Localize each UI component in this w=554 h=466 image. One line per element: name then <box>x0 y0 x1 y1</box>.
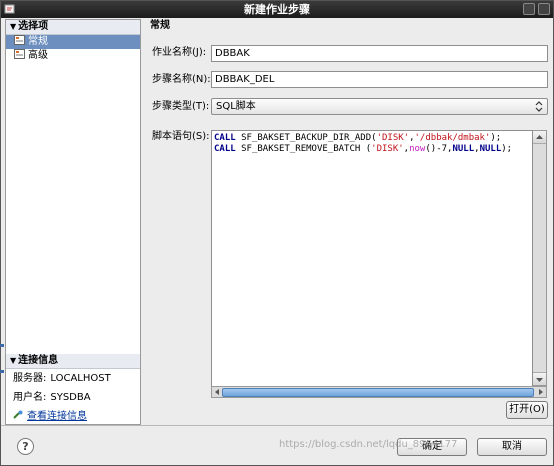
user-label: 用户名: <box>13 392 47 403</box>
script-token: '/dbbak/dmbak' <box>414 133 491 143</box>
general-section-header: 常规 <box>144 19 552 34</box>
step-type-select[interactable]: SQL脚本 <box>211 98 548 115</box>
scroll-down-button[interactable] <box>533 372 546 385</box>
server-value: LOCALHOST <box>50 373 111 384</box>
edge-marker <box>0 344 4 347</box>
advanced-settings-icon <box>14 49 25 59</box>
script-token: NULL <box>452 144 475 154</box>
script-line: CALL SF_BAKSET_BACKUP_DIR_ADD('DISK','/d… <box>214 133 530 144</box>
script-token: ()-7, <box>425 144 453 154</box>
window-title: 新建作业步骤 <box>244 3 310 16</box>
left-panel: ▼ 选择项 常规 高级 ▼ 连接信息 服务器: LOCALHOST 用户名: S… <box>5 19 141 425</box>
script-token: NULL <box>479 144 502 154</box>
script-token: ); <box>490 133 502 143</box>
script-token: SF_BAKSET_BACKUP_DIR_ADD( <box>235 133 377 143</box>
triangle-left-icon[interactable] <box>212 387 222 397</box>
script-token: SF_BAKSET_REMOVE_BATCH ( <box>235 144 372 154</box>
server-label: 服务器: <box>13 373 47 384</box>
script-label: 脚本语句(S): <box>152 131 210 142</box>
connection-link-icon <box>13 410 23 419</box>
scrollbar-thumb[interactable] <box>222 388 534 397</box>
vertical-scrollbar[interactable] <box>533 130 547 386</box>
ok-button[interactable]: 确定 <box>397 438 467 456</box>
user-value: SYSDBA <box>50 392 91 403</box>
server-row: 服务器: LOCALHOST <box>6 369 140 388</box>
collapse-triangle-icon: ▼ <box>10 356 17 365</box>
job-name-label: 作业名称(J): <box>152 47 207 58</box>
close-button[interactable] <box>538 3 550 15</box>
step-type-value: SQL脚本 <box>216 101 256 112</box>
up-down-arrow-icon <box>535 101 543 112</box>
script-line: CALL SF_BAKSET_REMOVE_BATCH ('DISK',now(… <box>214 144 530 155</box>
cancel-button[interactable]: 取消 <box>477 438 547 456</box>
help-icon[interactable]: ? <box>17 438 34 455</box>
triangle-down-icon <box>536 378 543 382</box>
footer-separator <box>1 425 553 426</box>
scroll-up-button[interactable] <box>533 131 546 144</box>
script-token: CALL <box>214 144 236 154</box>
nav-item-advanced[interactable]: 高级 <box>6 49 140 63</box>
nav-item-general[interactable]: 常规 <box>6 35 140 49</box>
script-token: ); <box>501 144 513 154</box>
nav-item-label: 常规 <box>28 36 48 47</box>
connection-section-header[interactable]: ▼ 连接信息 <box>6 354 140 369</box>
view-connection-info-link[interactable]: 查看连接信息 <box>27 411 87 422</box>
script-token: CALL <box>214 133 236 143</box>
title-bar: 新建作业步骤 <box>1 1 553 18</box>
collapse-triangle-icon: ▼ <box>10 22 17 31</box>
horizontal-scrollbar[interactable] <box>211 386 547 398</box>
open-button[interactable]: 打开(O) <box>506 401 548 419</box>
edge-marker <box>0 370 4 373</box>
step-name-label: 步骤名称(N): <box>152 74 211 85</box>
script-token: 'DISK' <box>371 144 404 154</box>
script-token: 'DISK' <box>376 133 410 143</box>
new-job-step-dialog: 新建作业步骤 ▼ 选择项 常规 高级 ▼ 连接信息 服务器: LOCALHOST… <box>0 0 554 466</box>
view-connection-row: 查看连接信息 <box>6 407 140 426</box>
app-icon <box>4 4 15 14</box>
step-type-label: 步骤类型(T): <box>152 101 210 112</box>
general-settings-icon <box>14 35 25 45</box>
script-token: now <box>409 144 426 154</box>
nav-item-label: 高级 <box>28 50 48 61</box>
select-header-label: 选择项 <box>18 21 49 32</box>
triangle-right-icon[interactable] <box>536 387 546 397</box>
right-panel: 常规 作业名称(J): DBBAK 步骤名称(N): DBBAK_DEL 步骤类… <box>144 19 552 425</box>
connection-header-label: 连接信息 <box>18 355 59 366</box>
minimize-button[interactable] <box>523 3 535 15</box>
user-row: 用户名: SYSDBA <box>6 388 140 407</box>
triangle-up-icon <box>536 135 543 139</box>
script-editor[interactable]: CALL SF_BAKSET_BACKUP_DIR_ADD('DISK','/d… <box>211 130 533 398</box>
select-section-header[interactable]: ▼ 选择项 <box>6 20 140 35</box>
job-name-field[interactable]: DBBAK <box>211 45 548 62</box>
connection-info-section: ▼ 连接信息 服务器: LOCALHOST 用户名: SYSDBA 查看连接信息 <box>6 354 140 426</box>
step-name-field[interactable]: DBBAK_DEL <box>211 71 548 88</box>
